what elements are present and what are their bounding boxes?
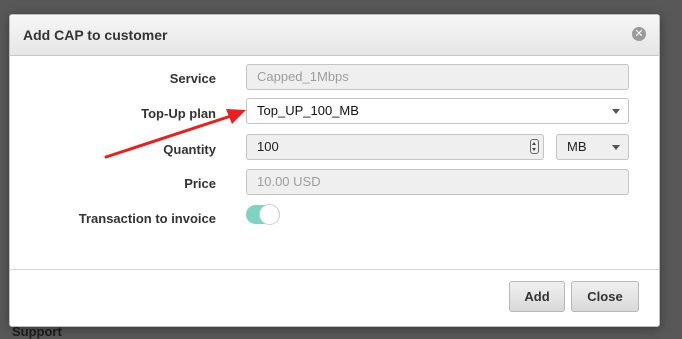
quantity-unit-value: MB: [567, 139, 587, 154]
add-button[interactable]: Add: [509, 281, 565, 312]
chevron-down-icon: [612, 109, 620, 114]
transaction-to-invoice-label: Transaction to invoice: [78, 211, 216, 226]
topup-plan-value: Top_UP_100_MB: [257, 103, 359, 118]
price-label: Price: [184, 176, 216, 191]
quantity-input[interactable]: 100: [246, 134, 544, 160]
topup-plan-label: Top-Up plan: [141, 106, 216, 121]
quantity-label: Quantity: [163, 142, 216, 157]
footer-divider: [10, 269, 659, 270]
quantity-value: 100: [257, 139, 279, 154]
add-cap-dialog: Add CAP to customer ✕ Service Capped_1Mb…: [9, 14, 660, 327]
stepper-icon[interactable]: [530, 139, 539, 154]
quantity-unit-select[interactable]: MB: [556, 134, 629, 160]
transaction-to-invoice-toggle[interactable]: [246, 204, 280, 225]
toggle-knob: [259, 204, 280, 225]
dialog-title: Add CAP to customer: [23, 27, 168, 43]
close-icon[interactable]: ✕: [632, 27, 646, 41]
chevron-down-icon: [612, 145, 620, 150]
topup-plan-select[interactable]: Top_UP_100_MB: [246, 98, 629, 124]
service-field: Capped_1Mbps: [246, 64, 629, 90]
service-label: Service: [169, 71, 216, 86]
price-field: 10.00 USD: [246, 169, 629, 195]
dialog-header: Add CAP to customer ✕: [10, 15, 659, 56]
close-button[interactable]: Close: [571, 281, 639, 312]
